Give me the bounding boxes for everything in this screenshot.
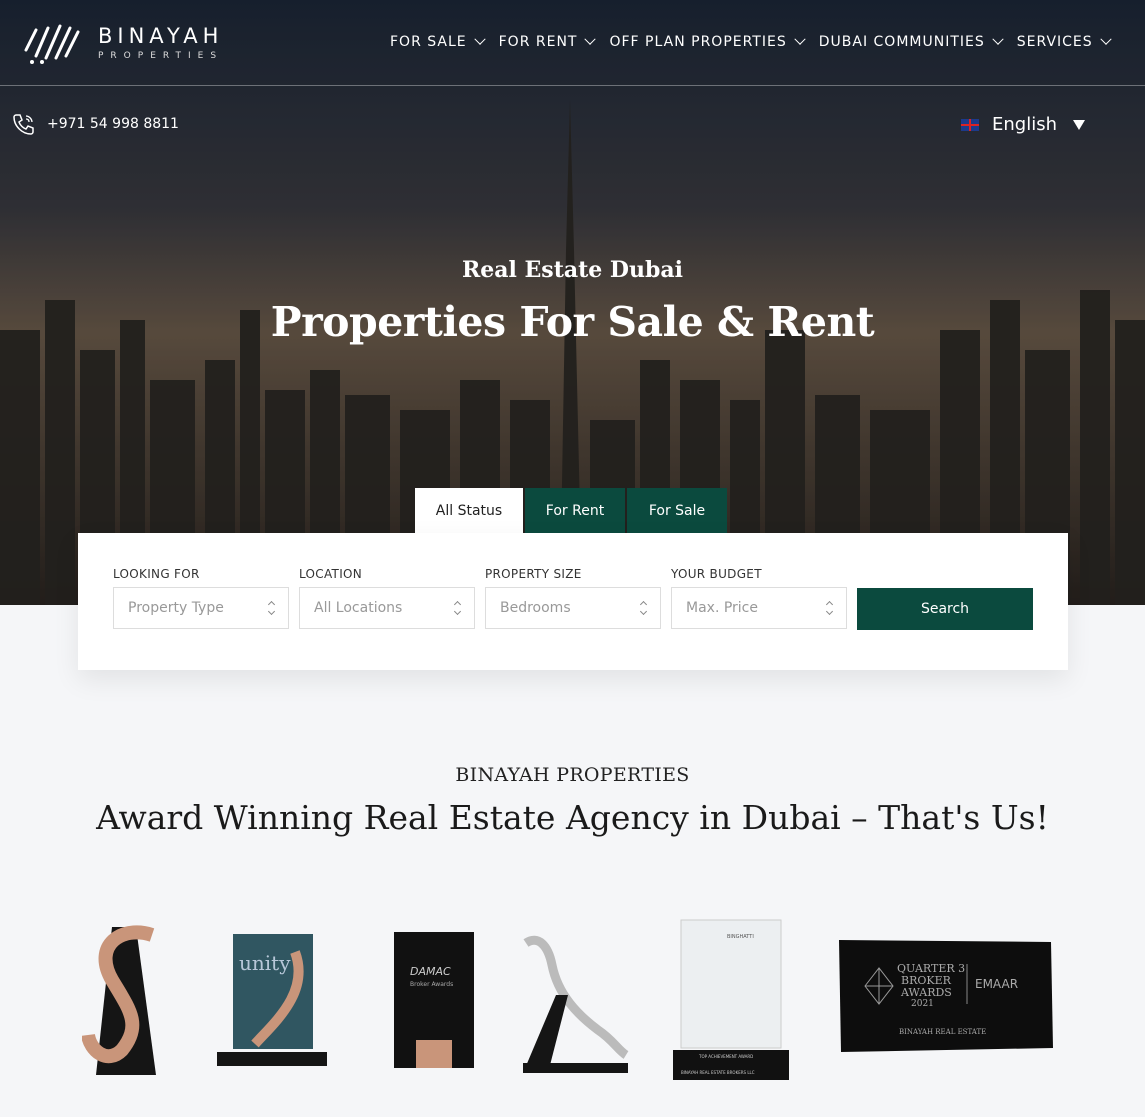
bedrooms-select[interactable]: Bedrooms xyxy=(485,587,661,629)
nav-label: DUBAI COMMUNITIES xyxy=(818,34,985,50)
logo-mark-icon xyxy=(24,24,80,64)
nav-label: SERVICES xyxy=(1016,34,1093,50)
awards-gallery: unity DAMAC Broker Awards BINGHATTI TOP … xyxy=(0,900,1145,1100)
property-search-form: LOOKING FOR Property Type LOCATION All L… xyxy=(78,533,1068,670)
phone-link[interactable]: +971 54 998 8811 xyxy=(11,112,179,136)
nav-off-plan[interactable]: OFF PLAN PROPERTIES xyxy=(609,33,806,50)
tab-for-sale[interactable]: For Sale xyxy=(627,488,727,533)
field-location: LOCATION All Locations xyxy=(299,567,475,629)
top-navigation-bar: BINAYAH PROPERTIES FOR SALE FOR RENT OFF… xyxy=(0,0,1145,86)
nav-for-sale[interactable]: FOR SALE xyxy=(390,33,486,50)
field-label: YOUR BUDGET xyxy=(671,567,762,581)
location-select[interactable]: All Locations xyxy=(299,587,475,629)
max-price-select[interactable]: Max. Price xyxy=(671,587,847,629)
hero-subtitle: Real Estate Dubai xyxy=(461,257,683,283)
tab-all-status[interactable]: All Status xyxy=(415,488,523,533)
field-label: LOOKING FOR xyxy=(113,567,200,581)
select-value: All Locations xyxy=(314,600,403,616)
property-type-select[interactable]: Property Type xyxy=(113,587,289,629)
select-value: Property Type xyxy=(128,600,224,616)
hero-section: BINAYAH PROPERTIES FOR SALE FOR RENT OFF… xyxy=(0,0,1145,605)
tab-for-rent[interactable]: For Rent xyxy=(525,488,625,533)
select-arrows-icon xyxy=(267,600,276,616)
award-damac-broker: DAMAC Broker Awards xyxy=(394,932,474,1068)
chevron-down-icon xyxy=(794,33,806,45)
main-nav: FOR SALE FOR RENT OFF PLAN PROPERTIES DU… xyxy=(390,33,1125,50)
award-damac-unity: unity xyxy=(217,934,327,1066)
select-value: Max. Price xyxy=(686,600,758,616)
nav-label: FOR SALE xyxy=(390,34,467,50)
phone-icon xyxy=(13,114,34,135)
chevron-down-icon xyxy=(992,33,1004,45)
nav-services[interactable]: SERVICES xyxy=(1016,33,1112,50)
select-arrows-icon xyxy=(453,600,462,616)
field-label: LOCATION xyxy=(299,567,363,581)
chevron-down-icon xyxy=(584,33,597,45)
brand-name: BINAYAH xyxy=(98,24,224,48)
award-binghatti-text: BINGHATTI xyxy=(727,934,754,940)
section-title: Award Winning Real Estate Agency in Duba… xyxy=(96,798,1049,837)
section-kicker: BINAYAH PROPERTIES xyxy=(455,764,690,786)
award-emaar-year-text: 2021 xyxy=(911,999,934,1009)
brand-subtitle: PROPERTIES xyxy=(98,51,224,61)
award-binghatti: BINGHATTI TOP ACHIEVEMENT AWARD BINAYAH … xyxy=(673,919,789,1080)
award-emaar: QUARTER 3 BROKER AWARDS 2021 EMAAR BINAY… xyxy=(839,940,1053,1052)
phone-number: +971 54 998 8811 xyxy=(47,116,179,132)
nav-label: FOR RENT xyxy=(498,34,578,50)
field-property-size: PROPERTY SIZE Bedrooms xyxy=(485,567,661,629)
award-emaar-name-text: BINAYAH REAL ESTATE xyxy=(899,1028,986,1036)
award-trophy-s xyxy=(82,925,156,1075)
status-tabs: All Status For Rent For Sale xyxy=(415,488,727,533)
chevron-down-icon xyxy=(473,33,486,45)
select-arrows-icon xyxy=(639,600,648,616)
chevron-down-icon xyxy=(1100,33,1112,45)
award-damac-text: DAMAC xyxy=(410,965,451,978)
caret-down-icon xyxy=(1073,119,1085,130)
field-label: PROPERTY SIZE xyxy=(485,567,582,581)
select-value: Bedrooms xyxy=(500,600,571,616)
language-selector[interactable]: English xyxy=(961,114,1085,135)
award-emaar-text: EMAAR xyxy=(975,977,1018,991)
select-arrows-icon xyxy=(825,600,834,616)
search-button[interactable]: Search xyxy=(857,588,1033,630)
award-top-achievement-text: TOP ACHIEVEMENT AWARD xyxy=(698,1054,753,1059)
uk-flag-icon xyxy=(961,118,979,131)
nav-label: OFF PLAN PROPERTIES xyxy=(609,34,787,50)
award-unity-text: unity xyxy=(239,951,291,975)
binayah-logo[interactable]: BINAYAH PROPERTIES xyxy=(22,22,252,66)
nav-dubai-communities[interactable]: DUBAI COMMUNITIES xyxy=(818,33,1004,50)
nav-for-rent[interactable]: FOR RENT xyxy=(498,33,597,50)
hero-title: Properties For Sale & Rent xyxy=(270,298,875,346)
language-label: English xyxy=(992,114,1057,135)
award-damac-sub-text: Broker Awards xyxy=(410,981,453,988)
award-emaar-awards-text: AWARDS xyxy=(900,986,952,999)
field-looking-for: LOOKING FOR Property Type xyxy=(113,567,289,629)
award-binayah-brokers-text: BINAYAH REAL ESTATE BROKERS LLC xyxy=(681,1070,755,1075)
field-budget: YOUR BUDGET Max. Price xyxy=(671,567,847,629)
award-panther xyxy=(523,935,629,1073)
